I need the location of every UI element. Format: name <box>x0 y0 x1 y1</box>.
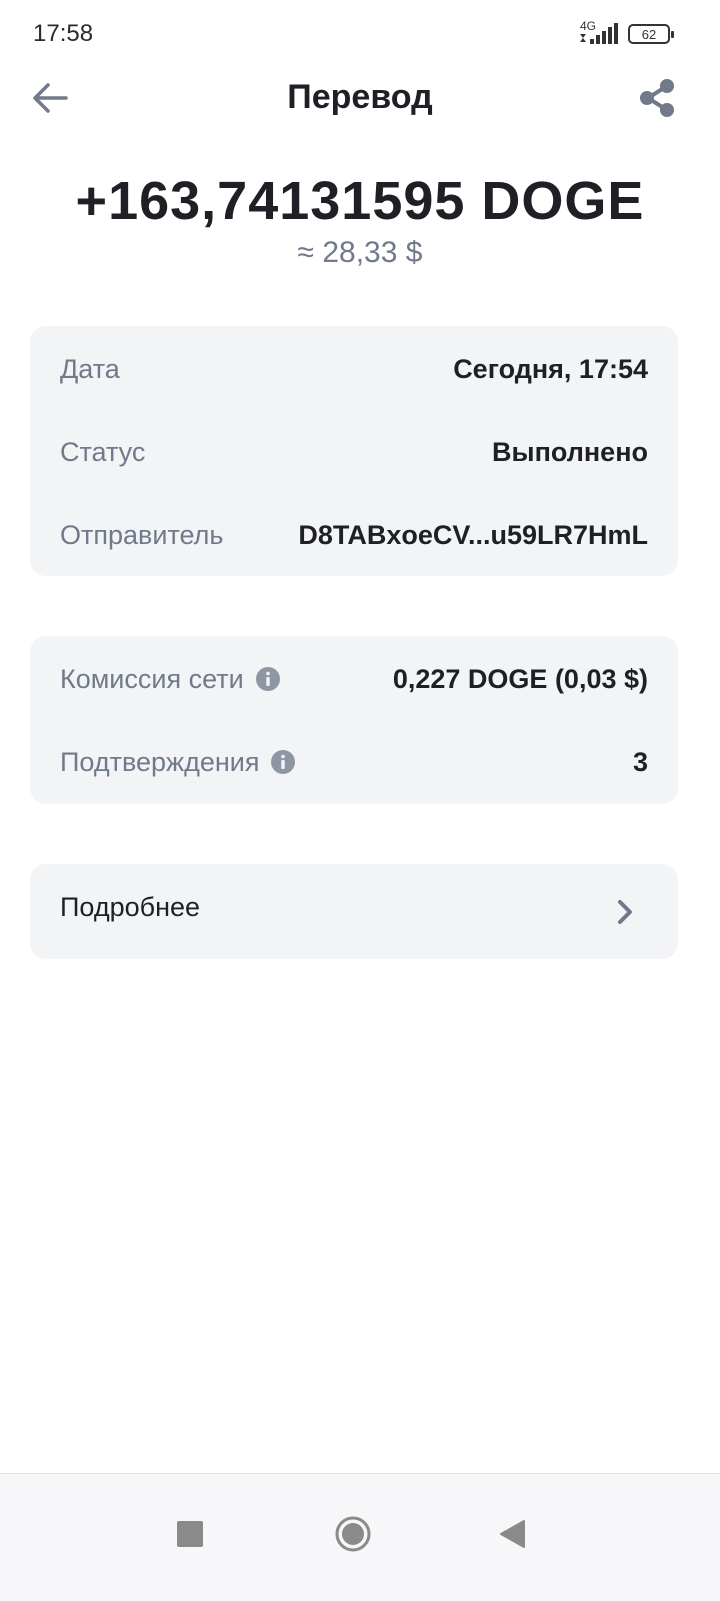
back-triangle-icon <box>500 1520 525 1548</box>
status-row: Статус Выполнено <box>60 432 648 472</box>
sender-label: Отправитель <box>60 519 224 550</box>
battery-level: 62 <box>641 26 657 42</box>
recents-button[interactable] <box>160 1504 220 1564</box>
status-label: Статус <box>60 436 146 467</box>
amount-block: +163,74131595 DOGE ≈ 28,33 $ <box>0 170 720 270</box>
confirmations-label: Подтверждения <box>60 746 260 777</box>
date-label: Дата <box>60 353 120 384</box>
system-nav-bar <box>0 1473 720 1601</box>
home-circle-icon <box>335 1516 371 1552</box>
status-icons: 4G 62 <box>576 19 674 46</box>
page-title: Перевод <box>287 78 433 116</box>
fiat-amount: ≈ 28,33 $ <box>297 236 423 269</box>
share-icon <box>640 79 674 117</box>
sender-row[interactable]: Отправитель D8TABxoeCV...u59LR7HmL <box>60 515 648 555</box>
sender-address[interactable]: D8TABxoeCV...u59LR7HmL <box>298 520 648 551</box>
fee-card: Комиссия сети 0,227 DOGE (0,03 $) Подтве… <box>30 636 678 804</box>
status-value: Выполнено <box>492 436 648 467</box>
fee-value: 0,227 DOGE (0,03 $) <box>392 663 648 694</box>
confirmations-row: Подтверждения 3 <box>60 742 648 782</box>
square-icon <box>177 1521 203 1547</box>
status-time: 17:58 <box>33 20 94 47</box>
fee-label-group: Комиссия сети <box>60 664 280 695</box>
fee-label: Комиссия сети <box>60 663 244 694</box>
home-button[interactable] <box>323 1504 383 1564</box>
confirmations-label-group: Подтверждения <box>60 746 296 778</box>
details-card: Дата Сегодня, 17:54 Статус Выполнено Отп… <box>30 326 678 576</box>
status-bar: 17:58 4G 62 <box>0 0 720 70</box>
share-button[interactable] <box>638 78 678 118</box>
info-icon[interactable] <box>255 667 280 691</box>
battery-icon: 62 <box>628 24 674 44</box>
date-value: Сегодня, 17:54 <box>453 353 648 384</box>
more-details-button[interactable]: Подробнее <box>30 864 678 959</box>
network-type: 4G <box>580 19 597 33</box>
date-row: Дата Сегодня, 17:54 <box>60 349 648 389</box>
confirmations-value: 3 <box>632 746 648 777</box>
fee-row: Комиссия сети 0,227 DOGE (0,03 $) <box>60 659 648 699</box>
app-header: Перевод <box>0 70 720 130</box>
transfer-amount: +163,74131595 DOGE <box>75 171 645 231</box>
more-details-label: Подробнее <box>60 892 201 922</box>
system-back-button[interactable] <box>482 1504 542 1564</box>
info-icon[interactable] <box>271 750 296 774</box>
chevron-right-icon <box>618 900 632 924</box>
signal-icon: 4G <box>576 19 620 46</box>
